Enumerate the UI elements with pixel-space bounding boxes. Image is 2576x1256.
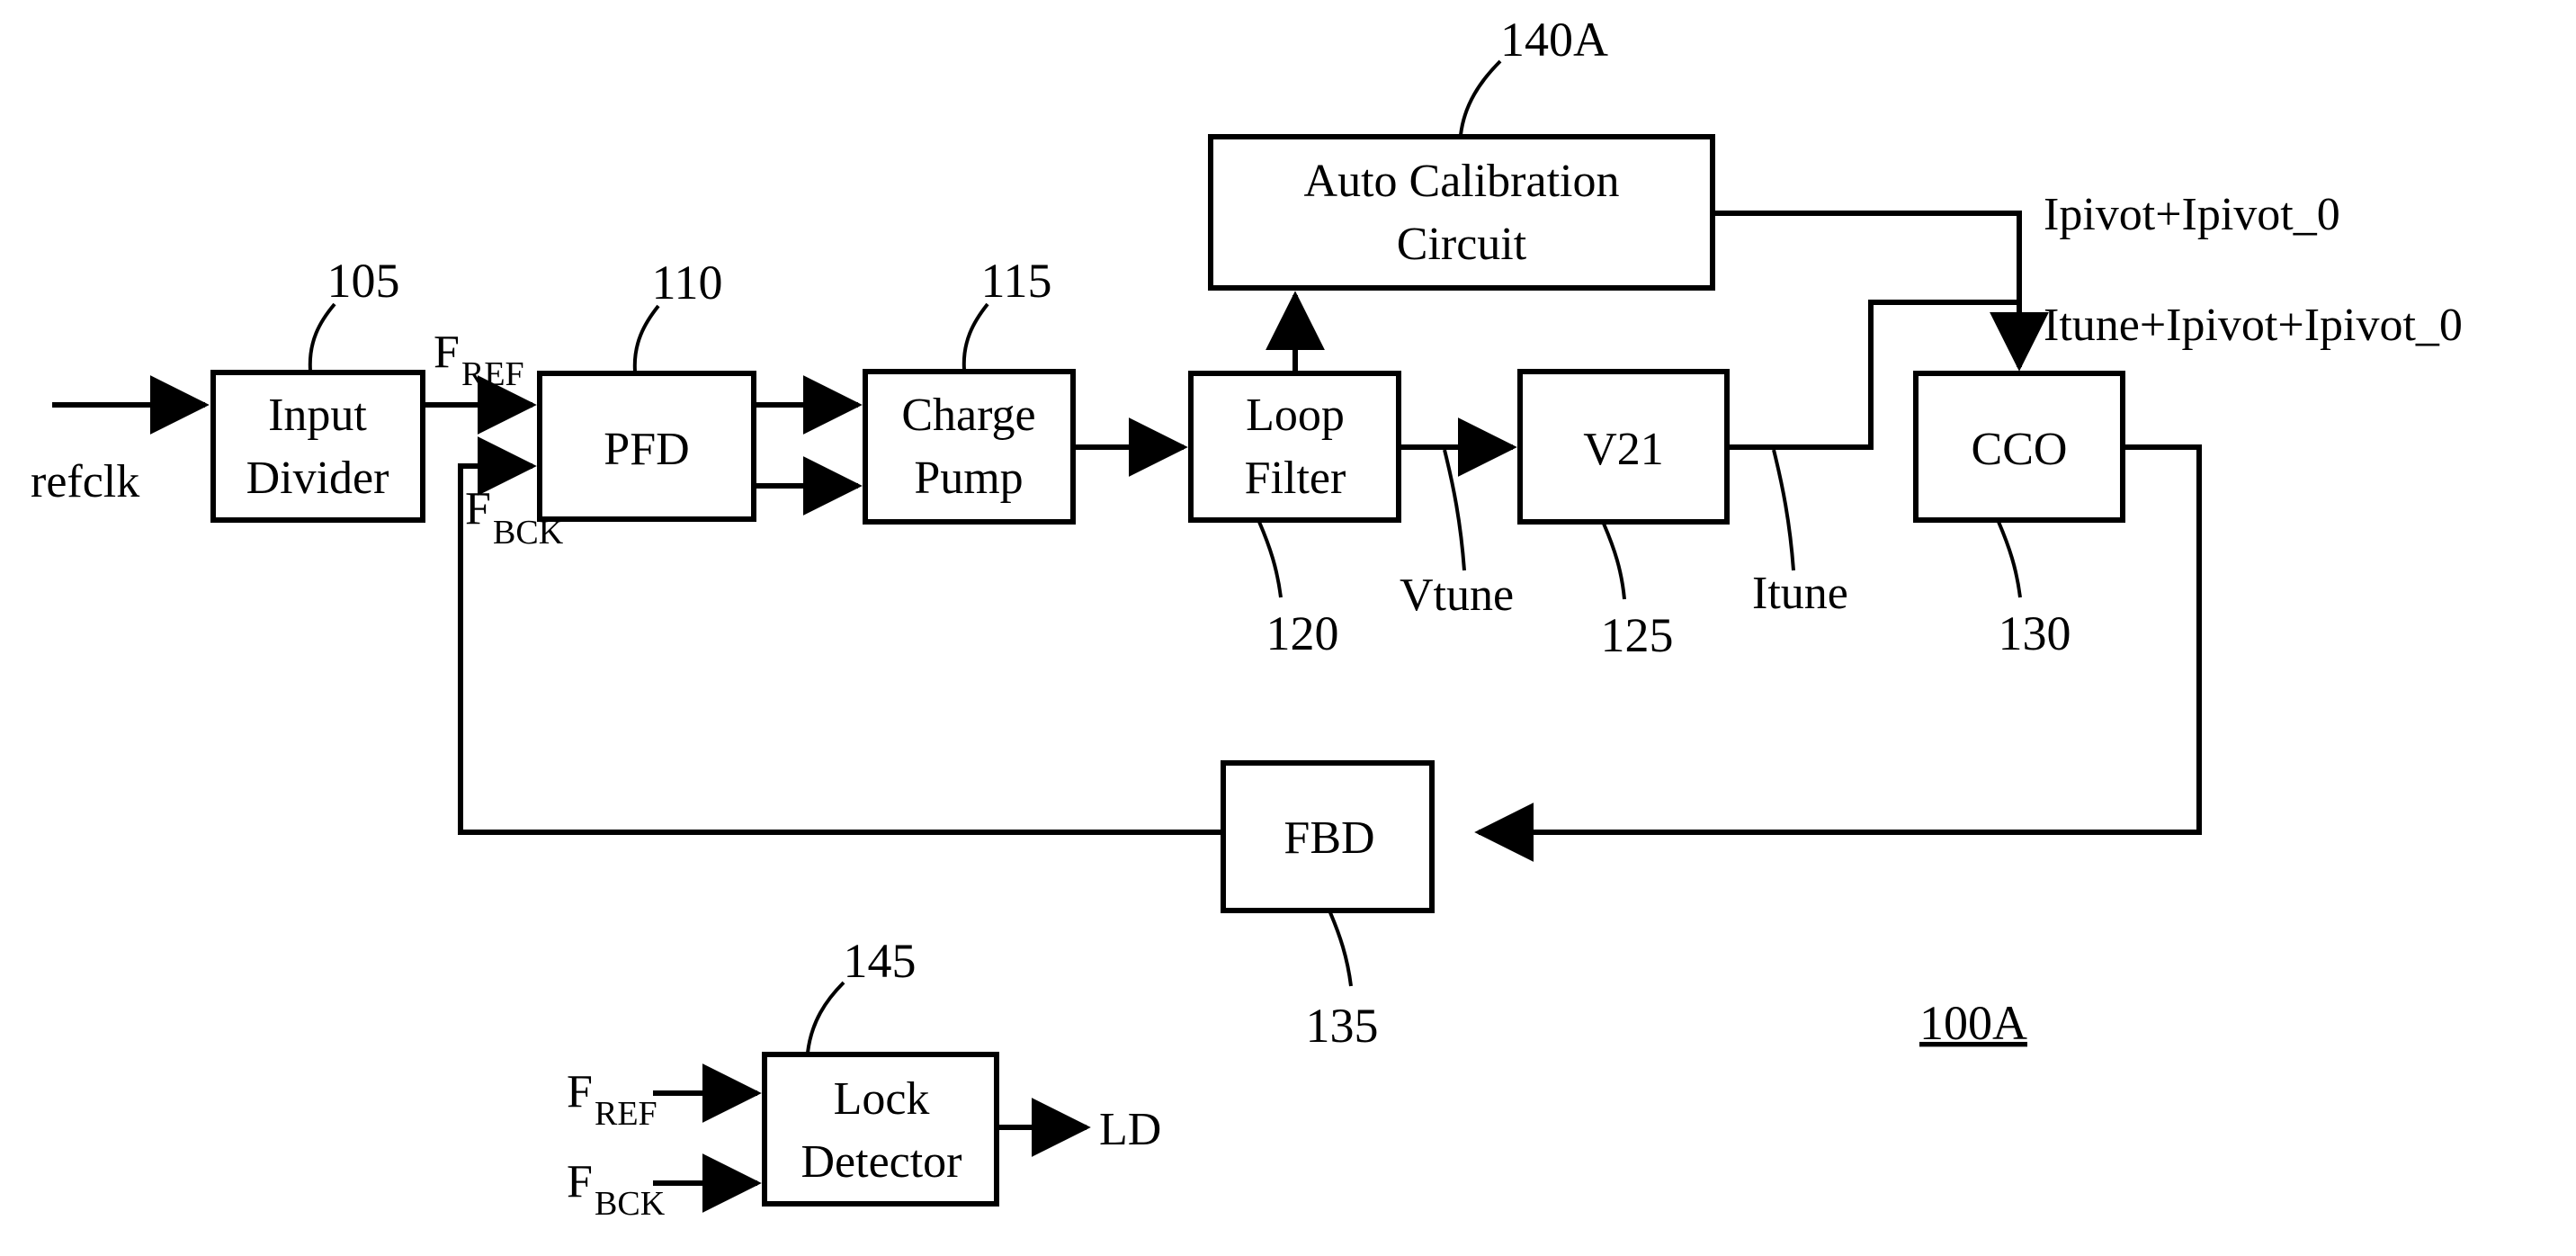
block-auto-calibration-circuit[interactable]: Auto Calibration Circuit — [1208, 134, 1715, 291]
signal-label-fref-base: F — [434, 327, 460, 378]
block-lock-detector[interactable]: Lock Detector — [762, 1052, 999, 1207]
leader-130 — [1997, 521, 2022, 598]
block-cco-label: CCO — [1972, 424, 2068, 475]
signal-label-ld-fref-sub: REF — [595, 1095, 657, 1133]
signal-label-itune: Itune — [1752, 568, 1848, 619]
signal-label-vtune: Vtune — [1400, 570, 1514, 621]
signal-label-refclk: refclk — [31, 456, 139, 507]
signal-label-ld-in-fref: F REF — [567, 1066, 657, 1133]
block-pfd-label: PFD — [604, 424, 689, 475]
signal-label-fref: F REF — [434, 327, 524, 393]
leader-140A — [1459, 59, 1502, 136]
signal-label-ld-in-fbck: F BCK — [567, 1156, 666, 1223]
signal-label-ld-fbck-base: F — [567, 1156, 593, 1207]
signal-label-fref-sub: REF — [461, 355, 524, 393]
leader-125 — [1602, 523, 1626, 600]
ref-number-140A: 140A — [1500, 13, 1608, 67]
patent-block-diagram: Input Divider 105 PFD 110 Charge Pump 11… — [31, 13, 2463, 1223]
signal-label-itune-sum: Itune+Ipivot+Ipivot_0 — [2044, 300, 2463, 351]
wire-auto-cal-ipivot-to-cco — [1713, 211, 2022, 367]
block-charge-pump-label-1: Charge — [901, 390, 1035, 441]
block-input-divider-label-2: Divider — [246, 453, 389, 504]
signal-label-ld-fref-base: F — [567, 1066, 593, 1117]
block-charge-pump-label-2: Pump — [914, 453, 1023, 504]
block-input-divider[interactable]: Input Divider — [210, 370, 425, 523]
block-auto-cal-label-2: Circuit — [1397, 219, 1527, 270]
ref-number-110: 110 — [652, 256, 723, 310]
block-cco[interactable]: CCO — [1913, 371, 2125, 523]
leader-105 — [308, 302, 336, 372]
block-loop-filter-label-2: Filter — [1245, 453, 1346, 504]
block-loop-filter-label-1: Loop — [1246, 390, 1345, 441]
block-input-divider-label-1: Input — [268, 390, 367, 441]
signal-label-ipivot-sum: Ipivot+Ipivot_0 — [2044, 189, 2340, 240]
block-charge-pump[interactable]: Charge Pump — [863, 369, 1076, 525]
ref-number-145: 145 — [844, 934, 917, 988]
ref-number-120: 120 — [1266, 606, 1339, 660]
block-fbd[interactable]: FBD — [1221, 760, 1435, 913]
ref-number-115: 115 — [981, 254, 1052, 308]
block-lock-detector-label-1: Lock — [834, 1073, 930, 1125]
signal-label-fbck-base: F — [465, 483, 491, 534]
leader-vtune — [1443, 449, 1466, 571]
leader-120 — [1257, 521, 1283, 598]
block-v21[interactable]: V21 — [1517, 369, 1730, 525]
ref-number-125: 125 — [1601, 608, 1674, 662]
ref-number-105: 105 — [327, 254, 400, 308]
block-auto-cal-label-1: Auto Calibration — [1304, 156, 1620, 207]
signal-label-fbck-sub: BCK — [493, 514, 564, 552]
leader-145 — [806, 981, 845, 1054]
signal-label-ld-output: LD — [1099, 1104, 1161, 1155]
ref-number-135: 135 — [1306, 999, 1379, 1053]
leader-135 — [1328, 910, 1353, 987]
block-fbd-label: FBD — [1284, 812, 1374, 864]
leader-itune — [1772, 449, 1795, 571]
block-v21-label: V21 — [1583, 424, 1664, 475]
leader-115 — [962, 302, 989, 371]
signal-label-ld-fbck-sub: BCK — [595, 1185, 666, 1223]
block-pfd[interactable]: PFD — [537, 371, 756, 522]
block-lock-detector-label-2: Detector — [801, 1136, 962, 1188]
ref-number-130: 130 — [1999, 606, 2071, 660]
leader-110 — [632, 304, 660, 372]
figure-identifier: 100A — [1919, 996, 2027, 1050]
block-loop-filter[interactable]: Loop Filter — [1188, 371, 1401, 523]
